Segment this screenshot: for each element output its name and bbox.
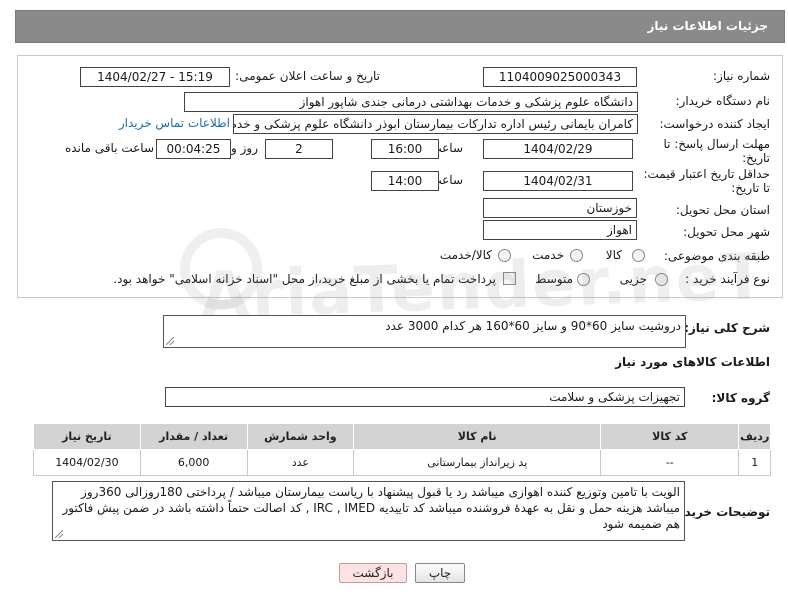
description-text: دروشیت سایز 60*90 و سایز 60*160 هر کدام … xyxy=(385,319,681,333)
col-header-date: تاریخ نیاز xyxy=(33,423,141,450)
resize-grip-icon[interactable] xyxy=(55,530,63,538)
col-header-code: کد کالا xyxy=(600,423,740,450)
goods-group-label: گروه کالا: xyxy=(711,391,770,405)
category-label: طبقه بندی موضوعی: xyxy=(663,249,770,263)
delivery-province-label: استان محل تحویل: xyxy=(675,203,770,217)
need-number-field: 1104009025000343 xyxy=(483,67,637,87)
back-button[interactable]: بازگشت xyxy=(339,563,407,583)
cell-row: 1 xyxy=(738,449,771,476)
purchase-type-label: نوع فرآیند خرید : xyxy=(685,272,770,286)
goods-group-field: تجهیزات پزشکی و سلامت xyxy=(165,387,685,407)
category-radio-goods-service[interactable] xyxy=(498,249,511,262)
reply-deadline-date: 1404/02/29 xyxy=(483,139,633,159)
reply-deadline-label-1: مهلت ارسال پاسخ: تا xyxy=(663,137,770,151)
cell-name: پد زیرانداز بیمارستانی xyxy=(353,449,602,476)
buyer-org-label: نام دستگاه خریدار: xyxy=(675,94,771,108)
col-header-unit: واحد شمارش xyxy=(246,423,355,450)
col-header-row: ردیف xyxy=(738,423,771,450)
buyer-notes-text: الویت با تامین وتوزیع کننده اهوازی میباش… xyxy=(62,485,680,531)
cell-code: -- xyxy=(600,449,740,476)
requester-label: ایجاد کننده درخواست: xyxy=(659,117,770,131)
announce-datetime-field: 1404/02/27 - 15:19 xyxy=(80,67,230,87)
announce-datetime-label: تاریخ و ساعت اعلان عمومی: xyxy=(235,69,380,83)
price-validity-label-1: حداقل تاریخ اعتبار قیمت: xyxy=(643,167,770,181)
purchase-radio-minor[interactable] xyxy=(655,273,668,286)
cell-date: 1404/02/30 xyxy=(33,449,141,476)
resize-grip-icon[interactable] xyxy=(166,337,174,345)
col-header-qty: تعداد / مقدار xyxy=(139,423,248,450)
category-radio-goods[interactable] xyxy=(632,249,645,262)
delivery-city-label: شهر محل تحویل: xyxy=(683,225,770,239)
category-option-service: خدمت xyxy=(532,248,564,262)
time-remaining: 00:04:25 xyxy=(156,139,231,159)
description-field[interactable]: دروشیت سایز 60*90 و سایز 60*160 هر کدام … xyxy=(163,315,686,348)
purchase-option-minor: جزیی xyxy=(619,272,647,286)
print-button[interactable]: چاپ xyxy=(415,563,465,583)
col-header-name: نام کالا xyxy=(353,423,602,450)
page-header: جزئیات اطلاعات نیاز xyxy=(15,10,785,43)
description-label: شرح کلی نیاز: xyxy=(684,321,770,335)
cell-unit: عدد xyxy=(246,449,355,476)
category-option-goods-service: کالا/خدمت xyxy=(439,248,492,262)
price-validity-label-2: تا تاریخ: xyxy=(731,181,770,195)
reply-deadline-time: 16:00 xyxy=(371,139,439,159)
category-option-goods: کالا xyxy=(605,248,622,262)
reply-deadline-label-2: تاریخ: xyxy=(742,151,770,165)
time-remaining-label: ساعت باقی مانده xyxy=(64,141,154,155)
need-number-label: شماره نیاز: xyxy=(713,69,770,83)
delivery-city-field: اهواز xyxy=(483,220,637,240)
table-row: 1 -- پد زیرانداز بیمارستانی عدد 6,000 14… xyxy=(33,449,771,476)
category-radio-service[interactable] xyxy=(570,249,583,262)
cell-qty: 6,000 xyxy=(139,449,248,476)
days-label: روز و xyxy=(231,141,258,155)
price-validity-date: 1404/02/31 xyxy=(483,171,633,191)
buyer-org-field: دانشگاه علوم پزشکی و خدمات بهداشتی درمان… xyxy=(184,92,638,112)
purchase-option-medium: متوسط xyxy=(535,272,573,286)
delivery-province-field: خوزستان xyxy=(483,198,637,218)
goods-table: ردیف کد کالا نام کالا واحد شمارش تعداد /… xyxy=(33,423,771,476)
treasury-payment-note: پرداخت تمام یا بخشی از مبلغ خرید،از محل … xyxy=(113,272,496,286)
treasury-payment-checkbox[interactable] xyxy=(503,272,516,285)
requester-field: کامران بایمانی رئیس اداره تدارکات بیمارس… xyxy=(233,114,638,134)
goods-table-header: ردیف کد کالا نام کالا واحد شمارش تعداد /… xyxy=(33,423,771,450)
goods-section-title: اطلاعات کالاهای مورد نیاز xyxy=(615,355,770,369)
page-title: جزئیات اطلاعات نیاز xyxy=(647,19,768,33)
buyer-notes-field[interactable]: الویت با تامین وتوزیع کننده اهوازی میباش… xyxy=(52,481,685,541)
price-validity-time: 14:00 xyxy=(371,171,439,191)
reply-days-remaining: 2 xyxy=(265,139,333,159)
buyer-contact-link[interactable]: اطلاعات تماس خریدار xyxy=(119,116,230,130)
purchase-radio-medium[interactable] xyxy=(577,273,590,286)
